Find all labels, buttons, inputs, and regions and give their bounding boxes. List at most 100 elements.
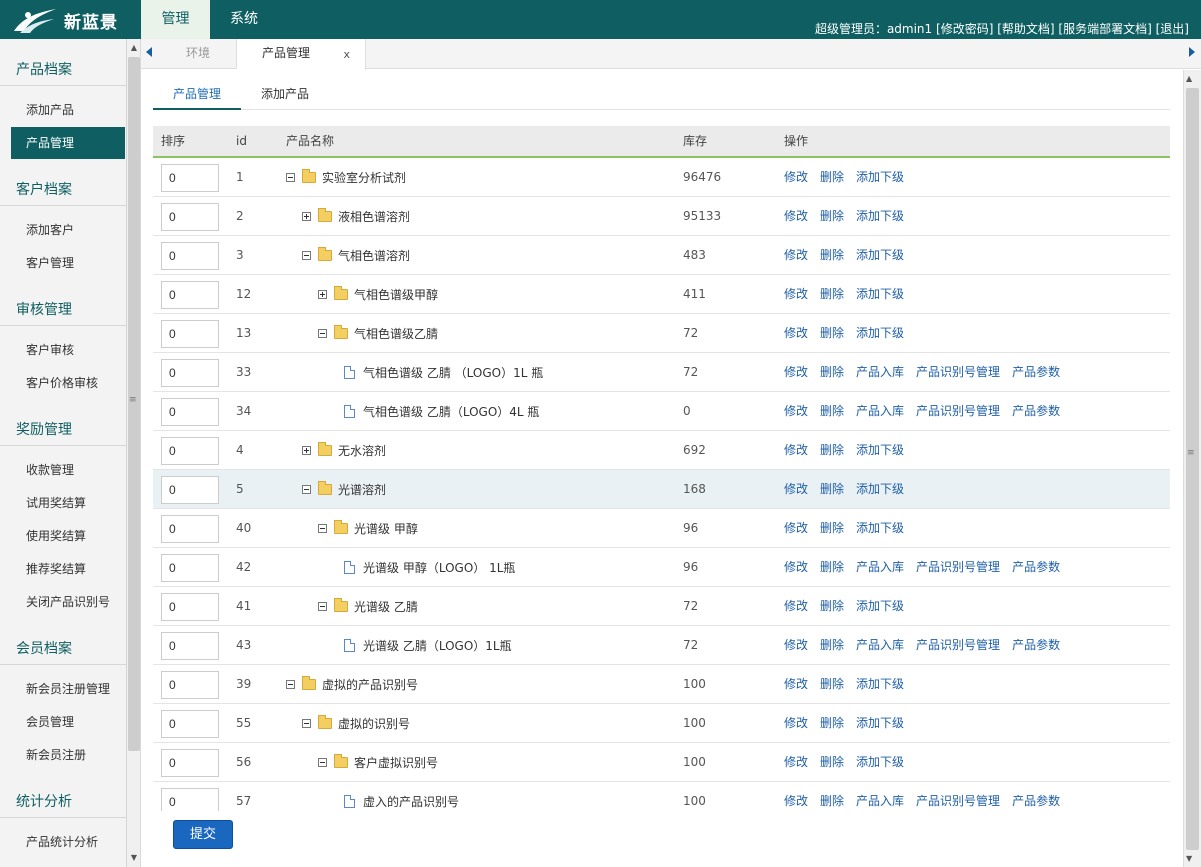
- action-link[interactable]: 删除: [820, 638, 844, 652]
- sidebar-item[interactable]: 产品统计分析: [0, 826, 125, 858]
- product-name[interactable]: 虚拟的产品识别号: [286, 665, 418, 704]
- action-link[interactable]: 修改: [784, 248, 808, 262]
- action-link[interactable]: 修改: [784, 365, 808, 379]
- sort-input[interactable]: [161, 671, 219, 699]
- sort-input[interactable]: [161, 320, 219, 348]
- collapse-icon[interactable]: [302, 485, 311, 494]
- action-link[interactable]: 修改: [784, 209, 808, 223]
- sidebar-item[interactable]: 客户审核: [0, 334, 125, 366]
- action-link[interactable]: 修改: [784, 326, 808, 340]
- action-link[interactable]: 删除: [820, 404, 844, 418]
- collapse-icon[interactable]: [318, 602, 327, 611]
- sidebar-item[interactable]: 关闭产品识别号: [0, 586, 125, 618]
- product-name[interactable]: 气相色谱级 乙腈（LOGO）4L 瓶: [344, 392, 539, 431]
- action-link[interactable]: 修改: [784, 443, 808, 457]
- action-link[interactable]: 产品识别号管理: [916, 794, 1000, 808]
- product-name[interactable]: 光谱级 甲醇: [318, 509, 418, 548]
- sidebar-item[interactable]: 试用奖结算: [0, 487, 125, 519]
- nav-manage[interactable]: 管理: [141, 0, 210, 39]
- action-link[interactable]: 删除: [820, 521, 844, 535]
- action-link[interactable]: 添加下级: [856, 248, 904, 262]
- sort-input[interactable]: [161, 710, 219, 738]
- sidebar-group-title[interactable]: 产品档案: [0, 59, 126, 79]
- sort-input[interactable]: [161, 281, 219, 309]
- sort-input[interactable]: [161, 437, 219, 465]
- action-link[interactable]: 修改: [784, 560, 808, 574]
- action-link[interactable]: 添加下级: [856, 521, 904, 535]
- scroll-up-icon[interactable]: ▲: [127, 41, 141, 55]
- action-link[interactable]: 产品识别号管理: [916, 404, 1000, 418]
- action-link[interactable]: 删除: [820, 248, 844, 262]
- sidebar-item[interactable]: 添加客户: [0, 214, 125, 246]
- sidebar-group-title[interactable]: 会员档案: [0, 638, 126, 658]
- expand-icon[interactable]: [302, 446, 311, 455]
- sidebar-item[interactable]: 新会员注册管理: [0, 673, 125, 705]
- subtab-product-management[interactable]: 产品管理: [153, 82, 241, 110]
- product-name[interactable]: 光谱级 乙腈（LOGO）1L瓶: [344, 626, 512, 665]
- action-link[interactable]: 修改: [784, 755, 808, 769]
- collapse-icon[interactable]: [286, 680, 295, 689]
- product-name[interactable]: 气相色谱级 乙腈 （LOGO）1L 瓶: [344, 353, 543, 392]
- submit-button[interactable]: 提交: [173, 820, 233, 849]
- sort-input[interactable]: [161, 476, 219, 504]
- action-link[interactable]: 添加下级: [856, 599, 904, 613]
- action-link[interactable]: 修改: [784, 677, 808, 691]
- action-link[interactable]: 添加下级: [856, 170, 904, 184]
- action-link[interactable]: 删除: [820, 209, 844, 223]
- action-link[interactable]: 删除: [820, 716, 844, 730]
- collapse-icon[interactable]: [318, 329, 327, 338]
- collapse-icon[interactable]: [302, 719, 311, 728]
- product-name[interactable]: 气相色谱级乙腈: [318, 314, 438, 353]
- scroll-up-icon[interactable]: ▲: [1186, 74, 1192, 83]
- sort-input[interactable]: [161, 749, 219, 777]
- action-link[interactable]: 修改: [784, 716, 808, 730]
- help-doc-link[interactable]: [帮助文档]: [997, 22, 1054, 36]
- sidebar-item[interactable]: 收款管理: [0, 454, 125, 486]
- action-link[interactable]: 删除: [820, 482, 844, 496]
- product-name[interactable]: 光谱级 甲醇（LOGO） 1L瓶: [344, 548, 515, 587]
- action-link[interactable]: 添加下级: [856, 326, 904, 340]
- action-link[interactable]: 添加下级: [856, 755, 904, 769]
- sidebar-scrollbar[interactable]: ▲ ≡ ▼: [127, 39, 141, 867]
- product-name[interactable]: 光谱级 乙腈: [318, 587, 418, 626]
- product-name[interactable]: 气相色谱溶剂: [302, 236, 410, 275]
- sort-input[interactable]: [161, 593, 219, 621]
- sidebar-item[interactable]: 会员管理: [0, 706, 125, 738]
- action-link[interactable]: 删除: [820, 443, 844, 457]
- action-link[interactable]: 修改: [784, 521, 808, 535]
- sort-input[interactable]: [161, 242, 219, 270]
- action-link[interactable]: 添加下级: [856, 482, 904, 496]
- action-link[interactable]: 删除: [820, 287, 844, 301]
- collapse-icon[interactable]: [318, 524, 327, 533]
- collapse-icon[interactable]: [302, 251, 311, 260]
- close-tab-icon[interactable]: x: [343, 40, 350, 69]
- sidebar-item[interactable]: 新会员注册: [0, 739, 125, 771]
- expand-icon[interactable]: [302, 212, 311, 221]
- action-link[interactable]: 产品入库: [856, 404, 904, 418]
- subtab-add-product[interactable]: 添加产品: [241, 82, 329, 110]
- tab-environment[interactable]: 环境: [160, 39, 237, 69]
- product-name[interactable]: 实验室分析试剂: [286, 158, 406, 197]
- sidebar-item[interactable]: 添加产品: [0, 94, 125, 126]
- action-link[interactable]: 产品入库: [856, 365, 904, 379]
- sidebar-item[interactable]: 产品管理: [11, 127, 125, 159]
- action-link[interactable]: 删除: [820, 794, 844, 808]
- action-link[interactable]: 修改: [784, 170, 808, 184]
- action-link[interactable]: 添加下级: [856, 716, 904, 730]
- product-name[interactable]: 液相色谱溶剂: [302, 197, 410, 236]
- action-link[interactable]: 删除: [820, 365, 844, 379]
- action-link[interactable]: 修改: [784, 482, 808, 496]
- sidebar-item[interactable]: 使用奖结算: [0, 520, 125, 552]
- logout-link[interactable]: [退出]: [1156, 22, 1189, 36]
- action-link[interactable]: 修改: [784, 404, 808, 418]
- action-link[interactable]: 修改: [784, 794, 808, 808]
- tab-scroll-left-icon[interactable]: [146, 47, 152, 57]
- scroll-thumb[interactable]: [1186, 88, 1199, 850]
- sidebar-item[interactable]: 客户管理: [0, 247, 125, 279]
- product-name[interactable]: 气相色谱级甲醇: [318, 275, 438, 314]
- sort-input[interactable]: [161, 398, 219, 426]
- sort-input[interactable]: [161, 203, 219, 231]
- action-link[interactable]: 删除: [820, 755, 844, 769]
- action-link[interactable]: 产品识别号管理: [916, 638, 1000, 652]
- action-link[interactable]: 删除: [820, 326, 844, 340]
